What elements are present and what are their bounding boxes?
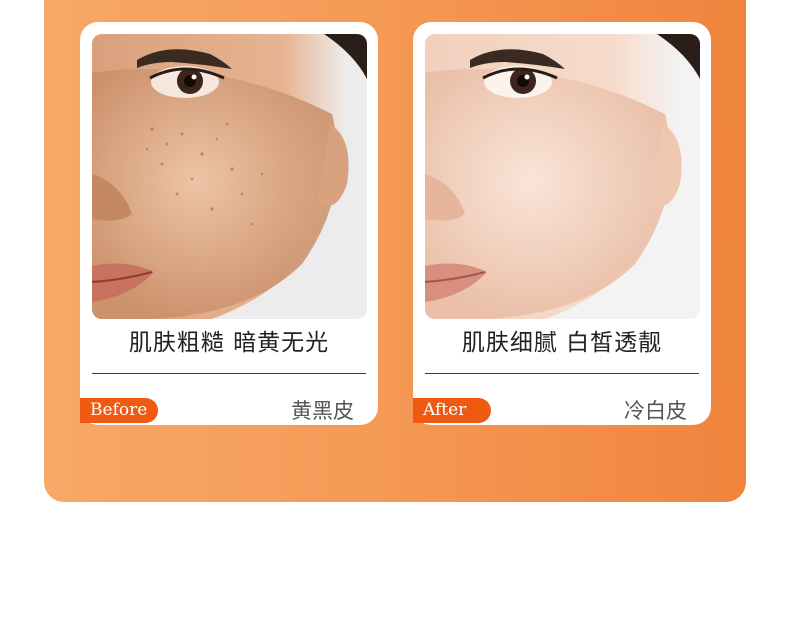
- after-card: 肌肤细腻 白皙透靓 After 冷白皮: [413, 22, 711, 425]
- before-badge: Before: [80, 398, 158, 423]
- before-headline: 肌肤粗糙 暗黄无光: [128, 330, 330, 356]
- after-face-illustration: [425, 34, 700, 319]
- after-headline: 肌肤细腻 白皙透靓: [461, 330, 663, 356]
- after-badge: After: [413, 398, 491, 423]
- after-face-photo: [425, 34, 700, 319]
- before-face-photo: [92, 34, 367, 319]
- before-face-illustration: [92, 34, 367, 319]
- before-card: 肌肤粗糙 暗黄无光 Before 黄黑皮: [80, 22, 378, 425]
- before-divider: [92, 373, 366, 374]
- before-skin-type: 黄黑皮: [291, 399, 354, 423]
- after-divider: [425, 373, 699, 374]
- after-skin-type: 冷白皮: [624, 399, 687, 423]
